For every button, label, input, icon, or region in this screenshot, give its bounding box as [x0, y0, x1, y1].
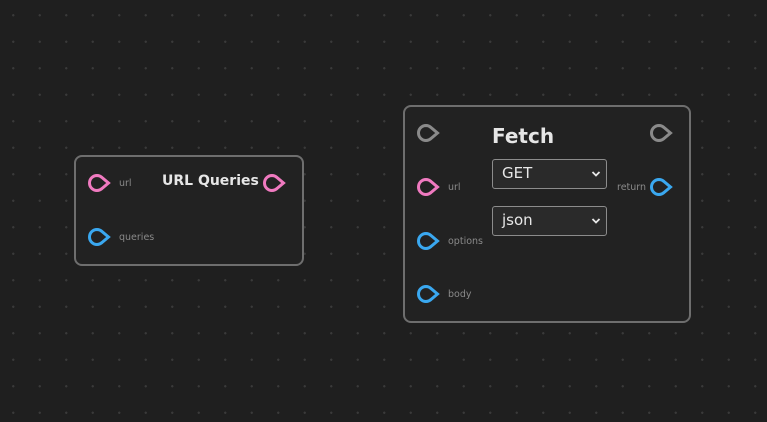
- return-output-port-icon[interactable]: [650, 177, 674, 197]
- options-input-port-icon[interactable]: [417, 231, 441, 251]
- queries-input-port-icon[interactable]: [88, 227, 112, 247]
- return-output-label: return: [617, 182, 647, 193]
- response-type-select-value: json: [502, 211, 533, 229]
- fetch-node[interactable]: Fetch url options body return GET json: [403, 105, 691, 323]
- chevron-down-icon: [591, 171, 601, 177]
- response-type-select[interactable]: json: [492, 206, 607, 236]
- node-title: Fetch: [492, 124, 555, 148]
- exec-input-port-icon[interactable]: [417, 123, 441, 143]
- node-graph-canvas[interactable]: URL Queries url queries Fetch url option…: [0, 0, 767, 422]
- method-select-value: GET: [502, 164, 533, 182]
- body-input-port-icon[interactable]: [417, 284, 441, 304]
- url-queries-node[interactable]: URL Queries url queries: [74, 155, 304, 266]
- queries-input-label: queries: [119, 232, 155, 243]
- chevron-down-icon: [591, 218, 601, 224]
- body-input-label: body: [448, 289, 472, 300]
- exec-output-port-icon[interactable]: [650, 123, 674, 143]
- url-input-label: url: [119, 178, 132, 189]
- url-input-port-icon[interactable]: [88, 173, 112, 193]
- fetch-url-input-label: url: [448, 182, 461, 193]
- url-queries-output-port-icon[interactable]: [263, 173, 287, 193]
- options-input-label: options: [448, 236, 483, 247]
- node-title: URL Queries: [162, 173, 259, 189]
- method-select[interactable]: GET: [492, 159, 607, 189]
- fetch-url-input-port-icon[interactable]: [417, 177, 441, 197]
